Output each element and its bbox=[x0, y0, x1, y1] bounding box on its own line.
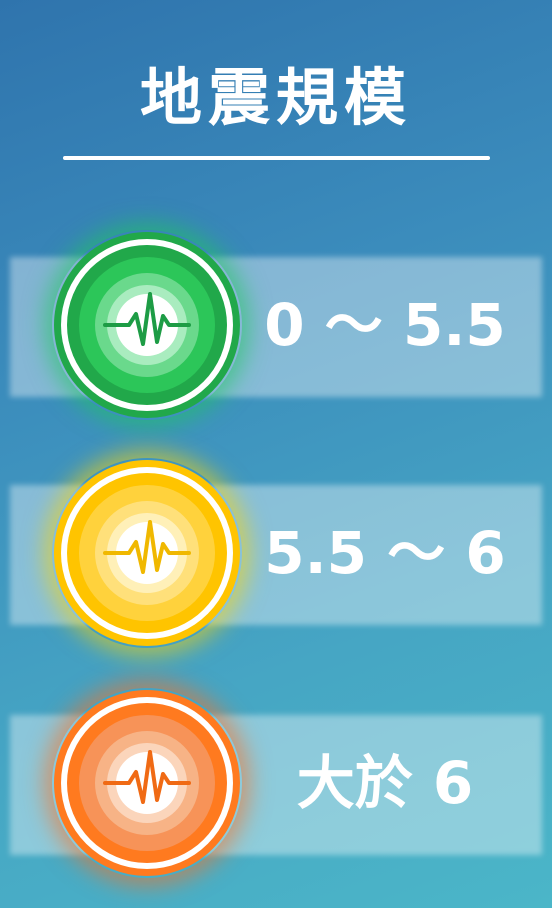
magnitude-range-label: 大於 6 bbox=[296, 749, 474, 817]
seismic-wave-icon bbox=[52, 688, 242, 878]
magnitude-level-low: 0 ～ 5.5 bbox=[0, 230, 552, 420]
magnitude-level-high: 大於 6 bbox=[0, 688, 552, 878]
seismic-wave-icon bbox=[52, 230, 242, 420]
seismic-wave-icon bbox=[52, 458, 242, 648]
page-title: 地震規模 bbox=[139, 61, 412, 134]
magnitude-range-label: 5.5 ～ 6 bbox=[264, 519, 506, 587]
title-divider bbox=[63, 156, 490, 160]
magnitude-level-medium: 5.5 ～ 6 bbox=[0, 458, 552, 648]
magnitude-range-label: 0 ～ 5.5 bbox=[264, 291, 506, 359]
